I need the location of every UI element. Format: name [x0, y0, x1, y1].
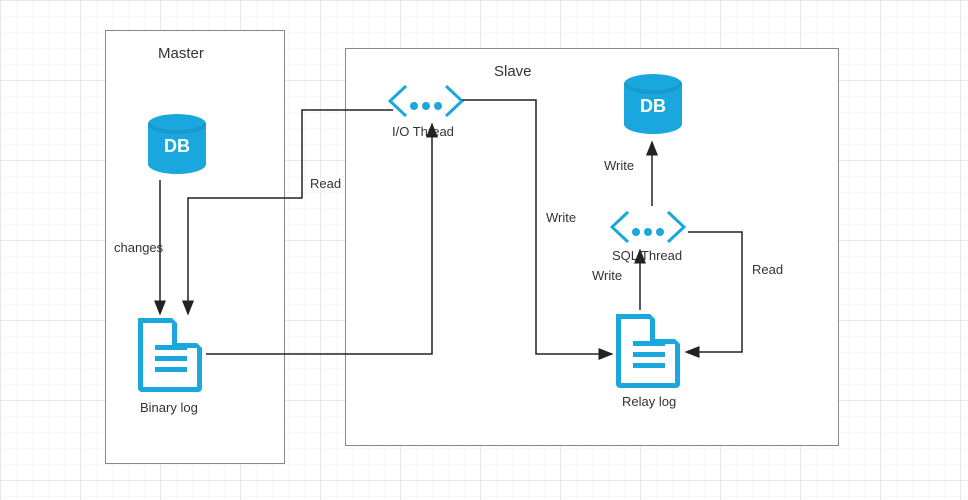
read-relay-sql-label: Read	[752, 262, 783, 277]
master-title: Master	[158, 45, 204, 62]
changes-label: changes	[114, 240, 163, 255]
master-db-label: DB	[148, 136, 206, 157]
write-io-relay-label: Write	[546, 210, 576, 225]
write-relay-sql-label: Write	[592, 268, 622, 283]
sql-thread-icon	[610, 210, 686, 244]
write-sql-db-label: Write	[604, 158, 634, 173]
io-thread-icon	[388, 84, 464, 118]
slave-db-label: DB	[624, 96, 682, 117]
io-thread-label: I/O Thread	[392, 124, 454, 139]
slave-title: Slave	[494, 63, 532, 80]
binary-log-label: Binary log	[140, 400, 198, 415]
sql-thread-label: SQL Thread	[612, 248, 682, 263]
relay-log-icon	[616, 314, 680, 388]
read-label: Read	[310, 176, 341, 191]
relay-log-label: Relay log	[622, 394, 676, 409]
binary-log-icon	[138, 318, 202, 392]
